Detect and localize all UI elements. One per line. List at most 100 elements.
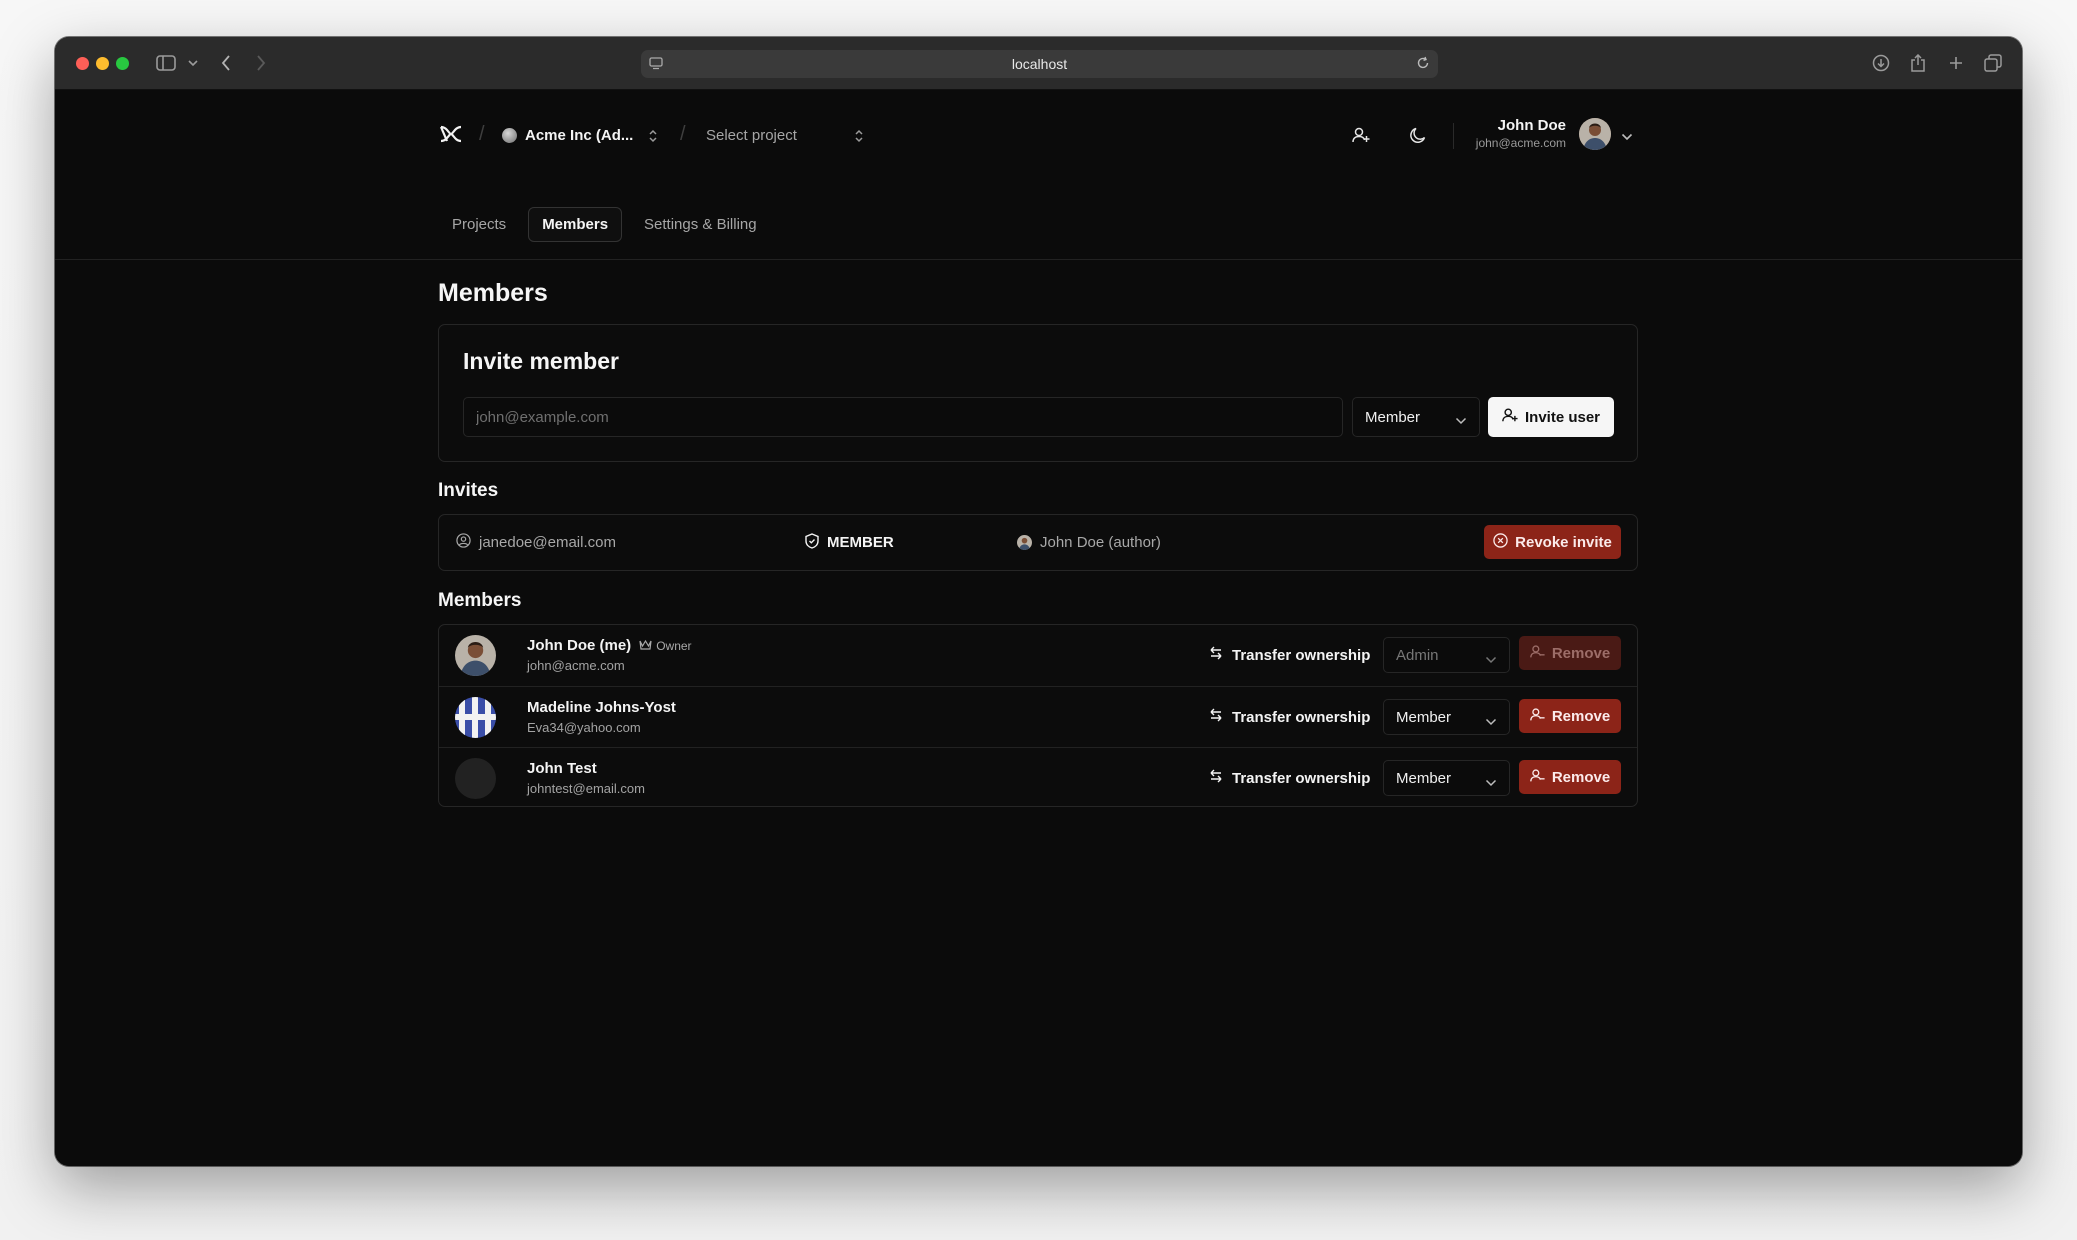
member-row: Madeline Johns-Yost Eva34@yahoo.com Tran… xyxy=(439,686,1637,747)
member-name-text: Madeline Johns-Yost xyxy=(527,699,676,716)
member-role-select[interactable]: Admin xyxy=(1383,637,1510,673)
new-tab-icon[interactable] xyxy=(1946,51,1966,75)
member-role-select[interactable]: Member xyxy=(1383,760,1510,796)
chevron-down-icon xyxy=(1485,651,1497,668)
downloads-icon[interactable] xyxy=(1871,51,1891,75)
x-circle-icon xyxy=(1493,532,1508,552)
user-email: john@acme.com xyxy=(1475,136,1566,150)
invite-user-label: Invite user xyxy=(1524,408,1601,426)
address-bar[interactable]: localhost xyxy=(641,50,1438,78)
user-name: John Doe xyxy=(1497,117,1566,134)
owner-badge-label: Owner xyxy=(656,638,692,653)
member-name: John Test xyxy=(527,760,597,777)
member-name-text: John Doe (me) xyxy=(527,637,632,654)
user-plus-icon xyxy=(1502,407,1518,427)
invite-user-button[interactable]: Invite user xyxy=(1488,397,1614,437)
author-avatar xyxy=(1017,535,1032,550)
member-role-select[interactable]: Member xyxy=(1383,699,1510,735)
tab-members[interactable]: Members xyxy=(528,207,623,242)
back-arrow-icon[interactable] xyxy=(216,51,236,75)
invite-role-select[interactable]: Member xyxy=(1352,397,1480,437)
member-email: Eva34@yahoo.com xyxy=(527,720,641,735)
project-switcher-chevrons-icon[interactable] xyxy=(854,129,864,148)
remove-member-button[interactable]: Remove xyxy=(1519,699,1621,733)
section-tabs: Projects Members Settings & Billing xyxy=(438,207,771,242)
share-icon[interactable] xyxy=(1908,51,1928,75)
tab-settings-billing[interactable]: Settings & Billing xyxy=(630,207,771,242)
invite-email: janedoe@email.com xyxy=(479,534,616,551)
member-email: johntest@email.com xyxy=(527,781,645,796)
owner-badge: Owner xyxy=(639,638,692,653)
revoke-invite-label: Revoke invite xyxy=(1515,533,1612,551)
member-role-value: Admin xyxy=(1396,646,1439,664)
member-email: john@acme.com xyxy=(527,658,625,673)
remove-label: Remove xyxy=(1551,768,1611,786)
transfer-ownership-button[interactable]: Transfer ownership xyxy=(1209,625,1370,685)
invite-row: janedoe@email.com MEMBER John Doe (autho… xyxy=(438,514,1638,571)
org-switcher-chevrons-icon[interactable] xyxy=(648,129,658,148)
member-name-text: John Test xyxy=(527,760,597,777)
browser-toolbar: localhost xyxy=(55,37,2022,90)
transfer-ownership-button[interactable]: Transfer ownership xyxy=(1209,748,1370,808)
org-switcher[interactable]: Acme Inc (Ad... xyxy=(502,120,633,150)
crown-icon xyxy=(639,639,652,653)
maximize-window-button[interactable] xyxy=(116,57,129,70)
user-circle-icon xyxy=(456,533,471,552)
project-switcher[interactable]: Select project xyxy=(706,120,797,150)
user-minus-icon xyxy=(1529,768,1545,787)
invite-card-title: Invite member xyxy=(463,348,619,374)
members-table: John Doe (me) Owner john@acme.com Transf… xyxy=(438,624,1638,807)
site-settings-icon[interactable] xyxy=(649,56,663,73)
user-menu[interactable]: John Doe john@acme.com xyxy=(1476,117,1566,151)
tab-overview-icon[interactable] xyxy=(1983,51,2003,75)
invites-heading: Invites xyxy=(438,480,499,501)
user-minus-icon xyxy=(1529,707,1545,726)
member-name: Madeline Johns-Yost xyxy=(527,699,676,716)
swap-arrows-icon xyxy=(1209,646,1223,664)
remove-member-button[interactable]: Remove xyxy=(1519,636,1621,670)
breadcrumb-separator: / xyxy=(680,123,686,145)
invite-role-value: Member xyxy=(1365,408,1421,426)
page-title: Members xyxy=(438,279,548,307)
org-name: Acme Inc (Ad... xyxy=(525,126,634,144)
revoke-invite-button[interactable]: Revoke invite xyxy=(1484,525,1621,559)
project-placeholder: Select project xyxy=(706,126,797,144)
shield-icon xyxy=(805,532,819,553)
transfer-ownership-button[interactable]: Transfer ownership xyxy=(1209,687,1370,747)
dark-mode-moon-icon[interactable] xyxy=(1408,125,1428,145)
member-role-value: Member xyxy=(1396,769,1452,787)
remove-member-button[interactable]: Remove xyxy=(1519,760,1621,794)
browser-window: localhost / Acme Inc (Ad... / Select pro… xyxy=(55,37,2022,1166)
member-row: John Test johntest@email.com Transfer ow… xyxy=(439,747,1637,808)
invite-author-cell: John Doe (author) xyxy=(1017,515,1161,570)
invite-role: MEMBER xyxy=(827,534,894,551)
user-menu-chevron-icon[interactable] xyxy=(1621,128,1633,146)
sidebar-toggle-icon[interactable] xyxy=(154,51,178,75)
invite-email-input[interactable] xyxy=(463,397,1343,437)
user-avatar[interactable] xyxy=(1579,118,1611,150)
swap-arrows-icon xyxy=(1209,708,1223,726)
member-avatar xyxy=(455,758,496,799)
remove-label: Remove xyxy=(1551,644,1611,662)
forward-arrow-icon[interactable] xyxy=(251,51,271,75)
transfer-ownership-label: Transfer ownership xyxy=(1232,646,1371,664)
remove-label: Remove xyxy=(1551,707,1611,725)
members-heading: Members xyxy=(438,590,522,611)
chevron-down-icon[interactable] xyxy=(186,51,200,75)
user-minus-icon xyxy=(1529,644,1545,663)
app: / Acme Inc (Ad... / Select project John … xyxy=(55,90,2022,1166)
transfer-ownership-label: Transfer ownership xyxy=(1232,769,1371,787)
app-logo-icon[interactable] xyxy=(439,125,463,148)
breadcrumb-separator: / xyxy=(479,123,485,145)
reload-icon[interactable] xyxy=(1416,56,1430,73)
header-divider xyxy=(1453,123,1454,149)
invite-email-cell: janedoe@email.com xyxy=(456,515,616,570)
top-navigation: / Acme Inc (Ad... / Select project John … xyxy=(55,90,2022,259)
swap-arrows-icon xyxy=(1209,769,1223,787)
invite-user-icon[interactable] xyxy=(1351,125,1371,145)
org-avatar xyxy=(502,127,517,143)
close-window-button[interactable] xyxy=(76,57,89,70)
tab-projects[interactable]: Projects xyxy=(438,207,520,242)
member-avatar xyxy=(455,697,496,738)
minimize-window-button[interactable] xyxy=(96,57,109,70)
